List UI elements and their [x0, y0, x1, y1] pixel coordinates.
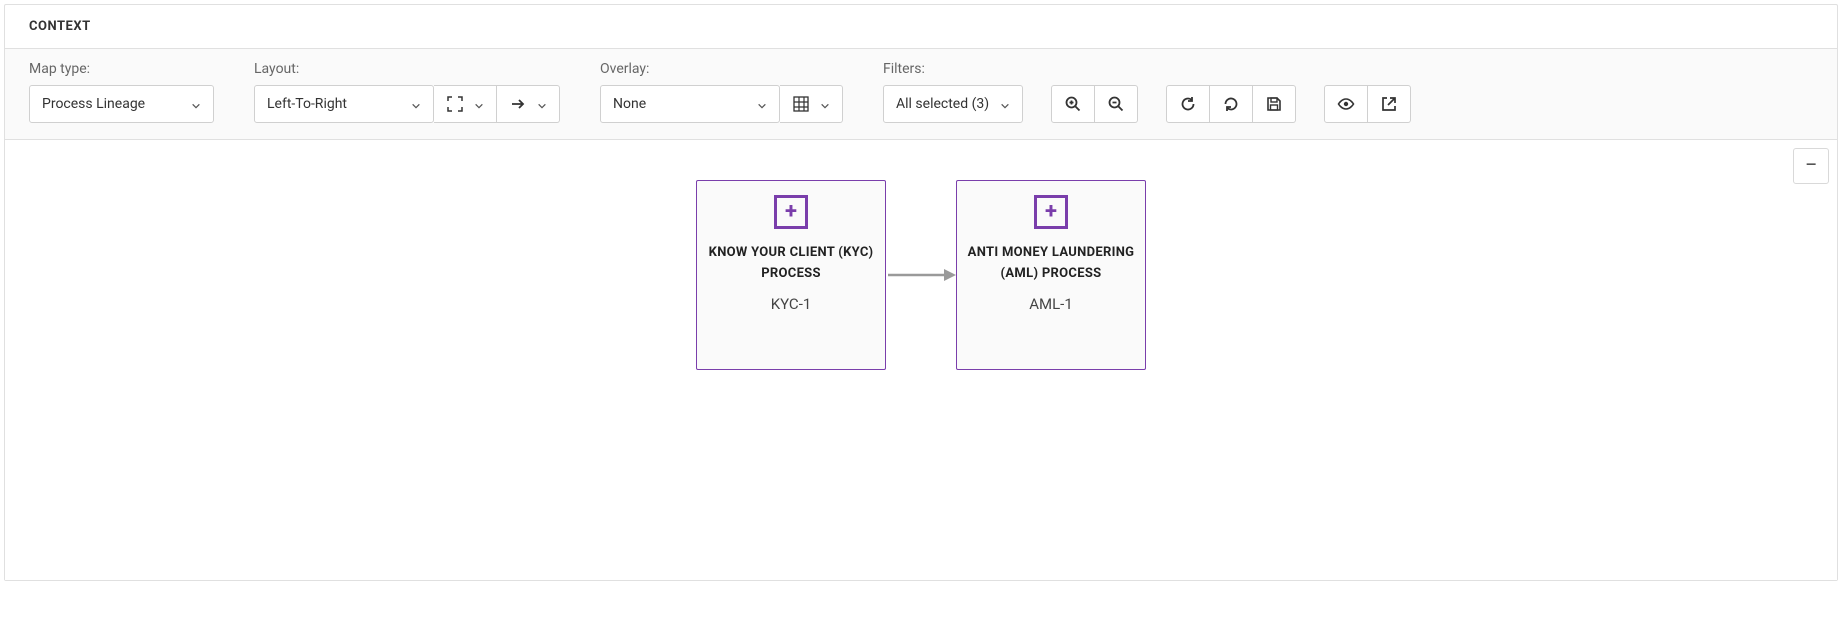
- minus-icon: −: [1805, 155, 1818, 177]
- node-code: AML-1: [967, 295, 1135, 313]
- node-code: KYC-1: [707, 295, 875, 313]
- zoom-in-button[interactable]: [1051, 85, 1095, 123]
- map-type-value: Process Lineage: [42, 96, 145, 112]
- layout-value: Left-To-Right: [267, 96, 347, 112]
- overlay-value: None: [613, 96, 646, 112]
- collapse-button[interactable]: −: [1793, 148, 1829, 184]
- undo-icon: [1222, 95, 1240, 113]
- node-title: ANTI MONEY LAUNDERING (AML) PROCESS: [967, 243, 1135, 285]
- filters-group: Filters: All selected (3): [883, 61, 1813, 123]
- context-panel: CONTEXT Map type: Process Lineage Layout…: [4, 4, 1838, 581]
- undo-button[interactable]: [1210, 85, 1253, 123]
- open-external-button[interactable]: [1368, 85, 1411, 123]
- chevron-down-icon: [191, 99, 201, 109]
- save-icon: [1265, 95, 1283, 113]
- edge: [886, 180, 956, 370]
- diagram: + KNOW YOUR CLIENT (KYC) PROCESS KYC-1 +…: [5, 180, 1837, 370]
- map-type-label: Map type:: [29, 61, 214, 77]
- process-node[interactable]: + ANTI MONEY LAUNDERING (AML) PROCESS AM…: [956, 180, 1146, 370]
- process-node[interactable]: + KNOW YOUR CLIENT (KYC) PROCESS KYC-1: [696, 180, 886, 370]
- grid-button[interactable]: [780, 85, 843, 123]
- overlay-group: Overlay: None: [600, 61, 843, 123]
- zoom-out-button[interactable]: [1095, 85, 1138, 123]
- refresh-icon: [1179, 95, 1197, 113]
- fit-to-screen-button[interactable]: [434, 85, 497, 123]
- diagram-canvas[interactable]: − + KNOW YOUR CLIENT (KYC) PROCESS KYC-1…: [5, 140, 1837, 580]
- filters-value: All selected (3): [896, 96, 989, 112]
- zoom-out-icon: [1107, 95, 1125, 113]
- layout-select[interactable]: Left-To-Right: [254, 85, 434, 123]
- arrow-right-icon: [509, 95, 527, 113]
- map-type-group: Map type: Process Lineage: [29, 61, 214, 123]
- fit-screen-icon: [446, 95, 464, 113]
- filters-select[interactable]: All selected (3): [883, 85, 1023, 123]
- chevron-down-icon: [1000, 99, 1010, 109]
- zoom-in-icon: [1064, 95, 1082, 113]
- toolbar: Map type: Process Lineage Layout: Left-T…: [5, 49, 1837, 140]
- expand-node-icon[interactable]: +: [1034, 195, 1068, 229]
- panel-title: CONTEXT: [5, 5, 1837, 49]
- filters-label: Filters:: [883, 61, 1813, 77]
- node-title: KNOW YOUR CLIENT (KYC) PROCESS: [707, 243, 875, 285]
- chevron-down-icon: [757, 99, 767, 109]
- chevron-down-icon: [474, 99, 484, 109]
- overlay-select[interactable]: None: [600, 85, 780, 123]
- save-button[interactable]: [1253, 85, 1296, 123]
- eye-icon: [1337, 95, 1355, 113]
- chevron-down-icon: [820, 99, 830, 109]
- layout-label: Layout:: [254, 61, 560, 77]
- map-type-select[interactable]: Process Lineage: [29, 85, 214, 123]
- expand-node-icon[interactable]: +: [774, 195, 808, 229]
- arrow-right-icon: [886, 265, 956, 285]
- direction-button[interactable]: [497, 85, 560, 123]
- chevron-down-icon: [537, 99, 547, 109]
- overlay-label: Overlay:: [600, 61, 843, 77]
- chevron-down-icon: [411, 99, 421, 109]
- grid-icon: [792, 95, 810, 113]
- refresh-button[interactable]: [1166, 85, 1210, 123]
- visibility-button[interactable]: [1324, 85, 1368, 123]
- layout-group: Layout: Left-To-Right: [254, 61, 560, 123]
- external-link-icon: [1380, 95, 1398, 113]
